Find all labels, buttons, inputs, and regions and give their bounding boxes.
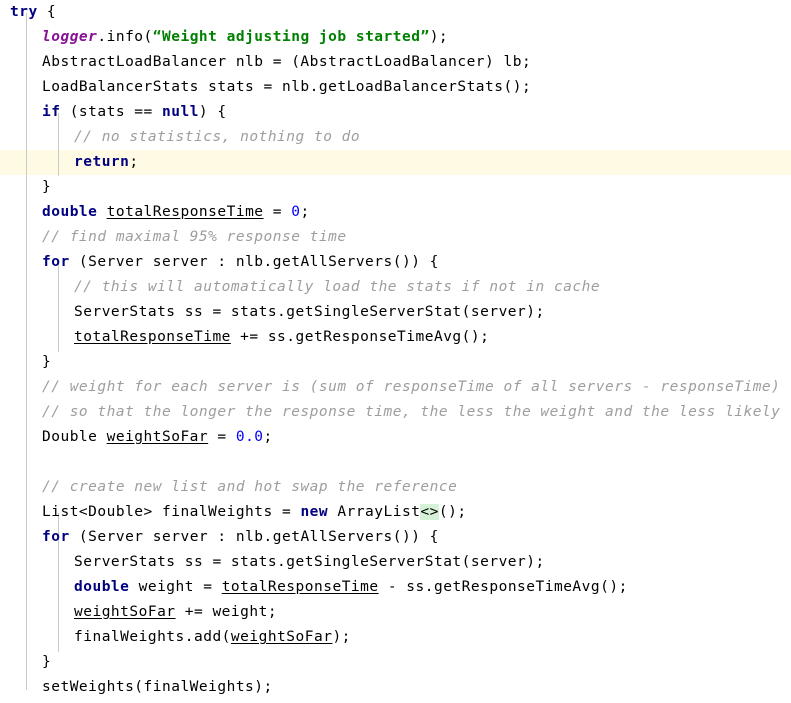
code-line[interactable]: } (42, 350, 51, 375)
code-content[interactable]: try {logger.info(“Weight adjusting job s… (0, 0, 791, 703)
code-line[interactable]: if (stats == null) { (42, 100, 227, 125)
code-token-cmt: // no statistics, nothing to do (74, 129, 361, 145)
code-line[interactable]: List<Double> finalWeights = new ArrayLis… (42, 500, 467, 525)
code-token-cmt: // create new list and hot swap the refe… (42, 479, 458, 495)
code-token-str: “Weight adjusting job started” (152, 29, 430, 45)
code-token-kw: return (74, 154, 130, 170)
code-line[interactable]: for (Server server : nlb.getAllServers()… (42, 525, 439, 550)
code-token-plain: AbstractLoadBalancer nlb = (AbstractLoad… (42, 54, 532, 70)
code-editor[interactable]: try {logger.info(“Weight adjusting job s… (0, 0, 791, 703)
code-token-cmt: // so that the longer the response time,… (42, 404, 791, 420)
code-token-kw: for (42, 254, 70, 270)
code-line[interactable]: LoadBalancerStats stats = nlb.getLoadBal… (42, 75, 531, 100)
code-token-plain: (); (438, 504, 467, 520)
code-line[interactable]: ServerStats ss = stats.getSingleServerSt… (74, 300, 545, 325)
code-line[interactable]: ServerStats ss = stats.getSingleServerSt… (74, 550, 545, 575)
code-token-plain: List<Double> finalWeights = (42, 504, 301, 520)
code-token-plain: = (263, 204, 292, 220)
code-token-plain: += weight; (175, 604, 278, 620)
code-token-plain: finalWeights.add( (74, 629, 231, 645)
code-token-fld: logger (42, 29, 98, 45)
code-token-plain: = (208, 429, 236, 445)
code-line[interactable]: AbstractLoadBalancer nlb = (AbstractLoad… (42, 50, 531, 75)
code-token-num: 0.0 (235, 429, 264, 445)
code-token-plain: } (42, 654, 52, 670)
code-line[interactable]: } (42, 175, 51, 200)
code-token-local: totalResponseTime (221, 579, 379, 595)
code-line[interactable]: for (Server server : nlb.getAllServers()… (42, 250, 439, 275)
code-token-local: totalResponseTime (106, 204, 264, 220)
code-token-plain: ArrayList (328, 504, 421, 520)
code-line[interactable]: return; (74, 150, 139, 175)
code-token-local: weightSoFar (230, 629, 333, 645)
code-line[interactable]: logger.info(“Weight adjusting job starte… (42, 25, 448, 50)
code-token-plain: ) { (198, 104, 227, 120)
code-token-plain: .info( (97, 29, 153, 45)
code-token-kw: for (42, 529, 70, 545)
code-token-cmt: // find maximal 95% response time (42, 229, 347, 245)
code-line[interactable]: double totalResponseTime = 0; (42, 200, 310, 225)
code-line[interactable]: // find maximal 95% response time (42, 225, 347, 250)
code-token-plain: } (42, 179, 52, 195)
code-token-cmt: // this will automatically load the stat… (74, 279, 601, 295)
code-line[interactable]: try { (10, 0, 56, 25)
code-token-plain: ServerStats ss = stats.getSingleServerSt… (74, 554, 545, 570)
code-token-plain: ; (300, 204, 310, 220)
code-token-plain: Double (42, 429, 107, 445)
code-token-kw: double (74, 579, 130, 595)
code-line[interactable]: // no statistics, nothing to do (74, 125, 360, 150)
code-token-plain: ; (129, 154, 139, 170)
code-line[interactable]: weightSoFar += weight; (74, 600, 277, 625)
code-line[interactable]: // so that the longer the response time,… (42, 400, 791, 425)
code-token-kw: if (42, 104, 61, 120)
code-token-plain: (stats == (60, 104, 162, 120)
code-token-plain: ); (332, 629, 351, 645)
code-token-plain: ; (263, 429, 273, 445)
code-token-plain: LoadBalancerStats stats = nlb.getLoadBal… (42, 79, 532, 95)
code-line[interactable]: finalWeights.add(weightSoFar); (74, 625, 351, 650)
code-token-kw: double (42, 204, 98, 220)
code-token-plain: weight = (129, 579, 222, 595)
code-line[interactable]: totalResponseTime += ss.getResponseTimeA… (74, 325, 489, 350)
code-token-local: weightSoFar (106, 429, 209, 445)
code-token-plain: - ss.getResponseTimeAvg(); (378, 579, 628, 595)
code-line[interactable]: } (42, 650, 51, 675)
code-line[interactable]: // create new list and hot swap the refe… (42, 475, 457, 500)
code-token-local: totalResponseTime (74, 329, 231, 345)
code-token-plain: (Server server : nlb.getAllServers()) { (69, 529, 439, 545)
code-token-kw: null (162, 104, 199, 120)
code-line[interactable]: // weight for each server is (sum of res… (42, 375, 780, 400)
code-token-cmt: // weight for each server is (sum of res… (42, 379, 781, 395)
code-token-plain: { (37, 4, 57, 20)
code-token-local: weightSoFar (74, 604, 176, 620)
code-line[interactable]: // this will automatically load the stat… (74, 275, 600, 300)
code-token-kw: new (300, 504, 329, 520)
code-token-plain: += ss.getResponseTimeAvg(); (230, 329, 490, 345)
code-line[interactable]: setWeights(finalWeights); (42, 675, 273, 700)
code-token-plain: setWeights(finalWeights); (42, 679, 273, 695)
code-token-plain: ); (429, 29, 449, 45)
code-line[interactable]: Double weightSoFar = 0.0; (42, 425, 273, 450)
code-token-plain: (Server server : nlb.getAllServers()) { (69, 254, 439, 270)
code-token-kw: try (10, 4, 38, 20)
code-token-plain: ServerStats ss = stats.getSingleServerSt… (74, 304, 545, 320)
code-token-plain: } (42, 354, 52, 370)
code-line[interactable]: double weight = totalResponseTime - ss.g… (74, 575, 628, 600)
code-token-plain: <> (420, 504, 439, 520)
